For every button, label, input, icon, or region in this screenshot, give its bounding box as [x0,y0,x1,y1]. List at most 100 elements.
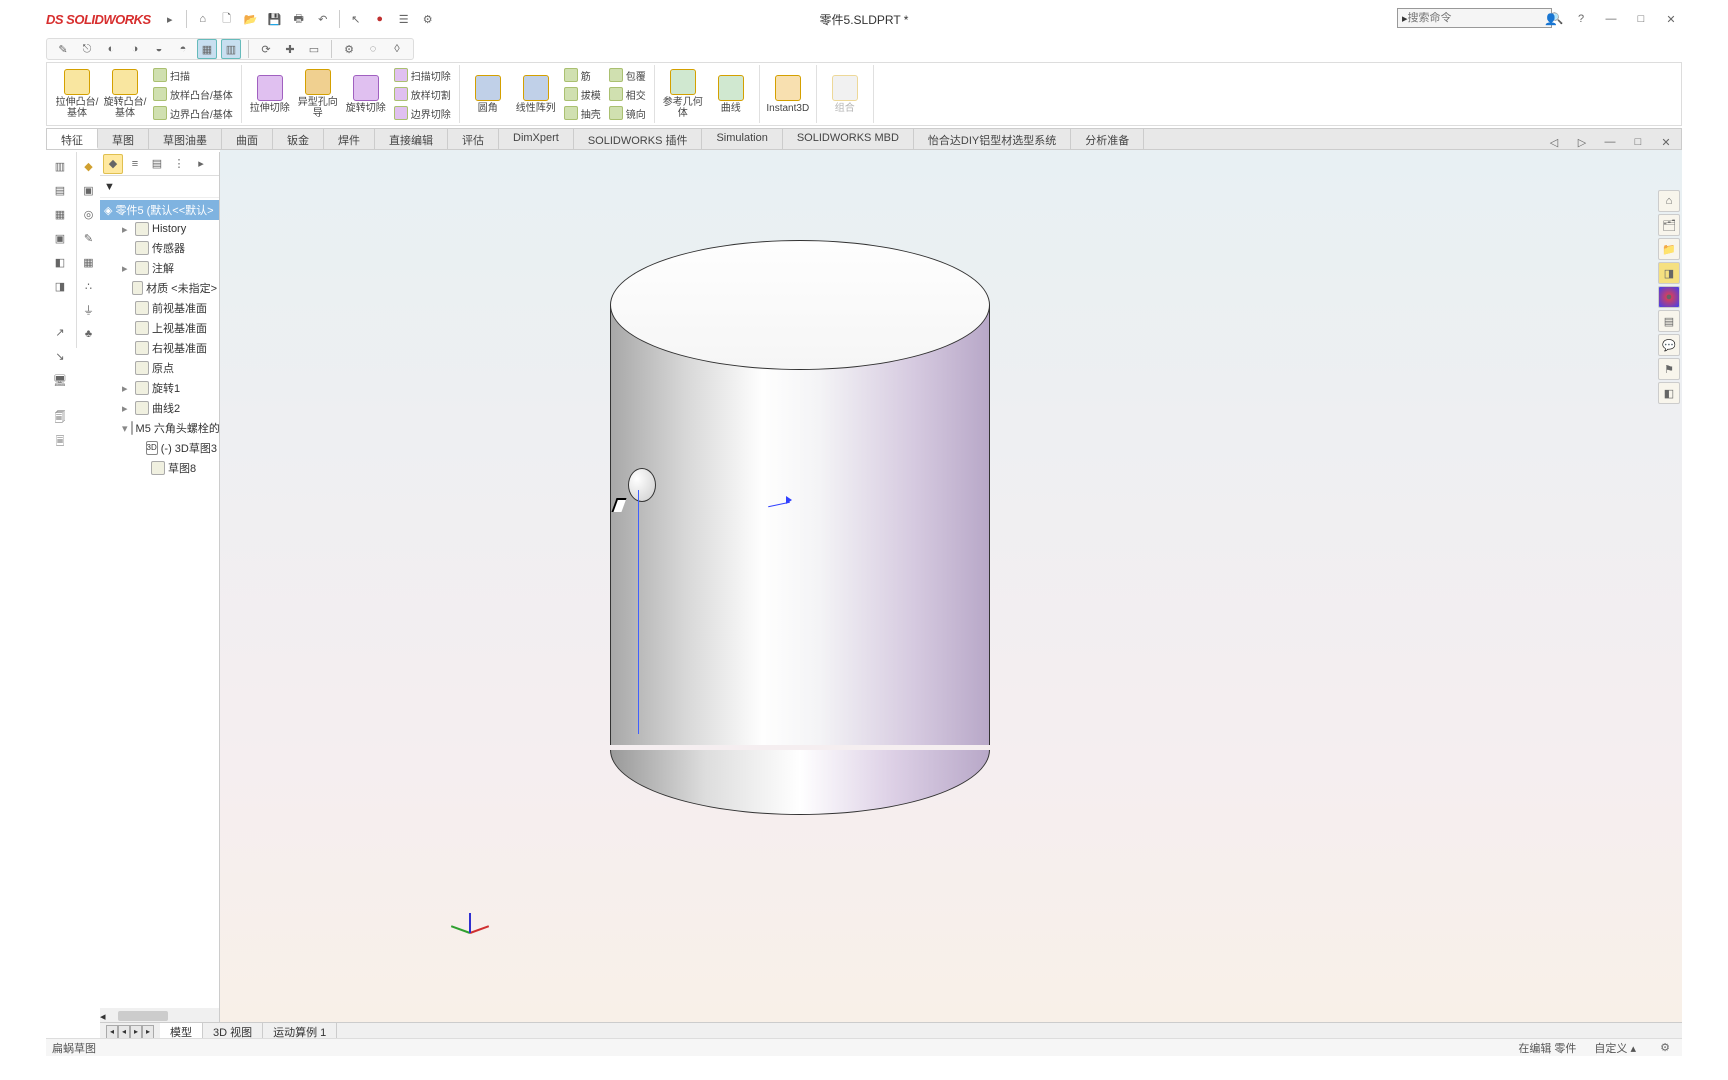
ribbon-tab[interactable]: 特征 [47,129,98,149]
ribbon-tab[interactable]: SOLIDWORKS 插件 [574,129,703,149]
tree-item[interactable]: ▾M5 六角头螺栓的 [100,418,219,438]
lt-icon-5[interactable]: ◧ [50,252,70,272]
intersect-button[interactable]: 相交 [605,85,650,103]
qat-icon-11[interactable]: ▭ [304,39,324,59]
expand-icon[interactable]: ▸ [122,223,132,236]
ribbon-tab[interactable]: 草图 [98,129,149,149]
rp-addin-icon[interactable]: ⚑ [1658,358,1680,380]
rp-custom-props-icon[interactable]: ▤ [1658,310,1680,332]
ribbon-tab[interactable]: 直接编辑 [375,129,448,149]
qat-icon-1[interactable]: ✎ [53,39,73,59]
command-search-input[interactable] [1408,12,1550,24]
ribbon-tab[interactable]: SOLIDWORKS MBD [783,129,914,149]
rp-forum-icon[interactable]: 💬 [1658,334,1680,356]
open-icon[interactable]: 📂 [240,8,262,30]
wrap-button[interactable]: 包覆 [605,66,650,84]
tree-item[interactable]: 前视基准面 [100,298,219,318]
lb-icon-6[interactable]: ∴ [79,276,99,296]
status-gear-icon[interactable]: ⚙ [1654,1037,1676,1059]
hole-wizard-button[interactable]: 异型孔向导 [294,65,342,123]
qat-icon-3[interactable]: ◐ [101,39,121,59]
instant3d-button[interactable]: Instant3D [764,65,812,123]
maximize-button[interactable]: □ [1630,8,1652,30]
ribbon-tab[interactable]: Simulation [702,129,782,149]
linear-pattern-button[interactable]: 线性阵列 [512,65,560,123]
lt-icon-3[interactable]: ▦ [50,204,70,224]
rp-home-icon[interactable]: ⌂ [1658,190,1680,212]
user-icon[interactable]: 👤 [1540,8,1562,30]
lb-icon-8[interactable]: ♣ [79,324,99,344]
ribbon-tab[interactable]: 曲面 [222,129,273,149]
scroll-thumb[interactable] [118,1011,168,1021]
ribbon-tab[interactable]: DimXpert [499,129,574,149]
lt-icon-7[interactable]: ↗ [50,322,70,342]
lt-icon-9[interactable]: 🖥 [50,370,70,390]
tree-item[interactable]: ▸注解 [100,258,219,278]
tree-root-node[interactable]: ◈ 零件5 (默认<<默认> [100,200,219,220]
extrude-cut-button[interactable]: 拉伸切除 [246,65,294,123]
minimize-button[interactable]: — [1600,8,1622,30]
lt-icon-1[interactable]: ▥ [50,156,70,176]
new-icon[interactable]: 🗋 [216,8,238,30]
rib-button[interactable]: 筋 [560,66,605,84]
lt-icon-10[interactable]: 🗐 [50,408,70,428]
lb-icon-1[interactable]: ◆ [79,156,99,176]
lb-icon-3[interactable]: ◎ [79,204,99,224]
mirror-button[interactable]: 镜向 [605,104,650,122]
help-icon[interactable]: ? [1570,8,1592,30]
curves-button[interactable]: 曲线 [707,65,755,123]
lb-icon-5[interactable]: ▦ [79,252,99,272]
rebuild-icon[interactable]: ● [369,8,391,30]
qat-icon-12[interactable]: ⚙ [339,39,359,59]
feature-tree-tab-icon[interactable]: ◆ [103,154,123,174]
expand-icon[interactable]: ▸ [122,382,132,395]
qat-icon-9[interactable]: ⟳ [256,39,276,59]
settings-icon[interactable]: ⚙ [417,8,439,30]
tree-item[interactable]: 3D(-) 3D草图3 [100,438,219,458]
tree-item[interactable]: ▸曲线2 [100,398,219,418]
rp-view-palette-icon[interactable]: ◨ [1658,262,1680,284]
fillet-button[interactable]: 圆角 [464,65,512,123]
flyout-arrow-icon[interactable]: ▸ [159,8,181,30]
tree-item[interactable]: ▸旋转1 [100,378,219,398]
ribbon-tab[interactable]: 分析准备 [1071,129,1144,149]
draft-button[interactable]: 拔模 [560,85,605,103]
qat-icon-10[interactable]: ✚ [280,39,300,59]
qat-icon-2[interactable]: ⎋ [77,39,97,59]
config-tab-icon[interactable]: ▤ [147,154,167,174]
save-icon[interactable]: 💾 [264,8,286,30]
qat-icon-7[interactable]: ▦ [197,39,217,59]
lb-icon-4[interactable]: ✎ [79,228,99,248]
options-icon[interactable]: ☰ [393,8,415,30]
command-search[interactable]: ▸ 🔍 [1397,8,1552,28]
lt-icon-8[interactable]: ↘ [50,346,70,366]
tree-item[interactable]: 原点 [100,358,219,378]
lt-icon-6[interactable]: ◨ [50,276,70,296]
qat-icon-4[interactable]: ◑ [125,39,145,59]
sweep-cut-button[interactable]: 扫描切除 [390,66,455,84]
expand-icon[interactable]: ▸ [122,402,132,415]
extrude-boss-button[interactable]: 拉伸凸台/基体 [53,65,101,123]
qat-icon-14[interactable]: ◊ [387,39,407,59]
tree-item[interactable]: 上视基准面 [100,318,219,338]
loft-boss-button[interactable]: 放样凸台/基体 [149,85,237,103]
tree-item[interactable]: ▸History [100,220,219,238]
dim-tab-icon[interactable]: ⋮ [169,154,189,174]
property-tab-icon[interactable]: ≡ [125,154,145,174]
ribbon-tab[interactable]: 评估 [448,129,499,149]
rp-appearances-icon[interactable]: ● [1658,286,1680,308]
lt-icon-4[interactable]: ▣ [50,228,70,248]
revolve-boss-button[interactable]: 旋转凸台/基体 [101,65,149,123]
tree-item[interactable]: 传感器 [100,238,219,258]
qat-icon-6[interactable]: ◓ [173,39,193,59]
rp-extra-icon[interactable]: ◧ [1658,382,1680,404]
print-icon[interactable]: 🖶 [288,8,310,30]
ref-geom-button[interactable]: 参考几何体 [659,65,707,123]
status-units[interactable]: 自定义 ▴ [1594,1040,1636,1056]
select-icon[interactable]: ↖ [345,8,367,30]
lb-icon-7[interactable]: ⏚ [79,300,99,320]
bottom-tab-nav[interactable]: ◂◂▸▸ [106,1025,154,1039]
loft-cut-button[interactable]: 放样切割 [390,85,455,103]
boundary-cut-button[interactable]: 边界切除 [390,104,455,122]
lt-icon-11[interactable]: 🗏 [50,432,70,452]
